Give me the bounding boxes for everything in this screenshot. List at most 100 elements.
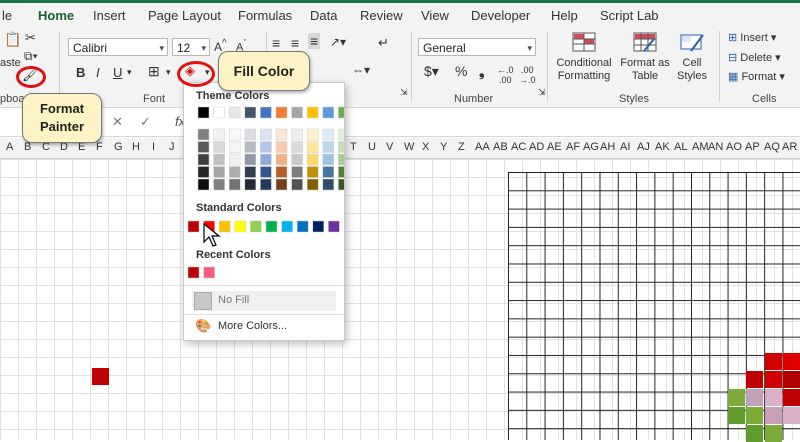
tab-review[interactable]: Review [360,8,403,23]
theme-color-swatch[interactable] [275,128,288,141]
column-header[interactable]: Z [458,141,465,153]
percent-icon[interactable]: % [455,63,467,79]
theme-color-swatch[interactable] [275,106,288,119]
column-header[interactable]: F [96,141,103,153]
theme-color-swatch[interactable] [291,178,303,191]
theme-color-swatch[interactable] [322,141,335,153]
theme-color-swatch[interactable] [291,141,303,153]
cell-styles-button[interactable]: Cell Styles [672,31,712,83]
column-header[interactable]: W [404,141,414,153]
column-header[interactable]: AO [726,141,742,153]
filled-cell[interactable] [783,389,800,406]
filled-cell[interactable] [92,368,109,385]
theme-color-swatch[interactable] [197,166,210,178]
theme-color-swatch[interactable] [275,166,288,178]
dialog-launcher-icon[interactable]: ⇲ [400,87,408,98]
theme-color-swatch[interactable] [306,128,319,141]
theme-color-swatch[interactable] [213,128,225,141]
recent-color-swatch[interactable] [187,266,200,279]
standard-color-swatch[interactable] [234,220,247,233]
column-header[interactable]: G [114,141,123,153]
filled-cell[interactable] [746,371,763,388]
column-header[interactable]: AC [511,141,526,153]
theme-color-swatch[interactable] [228,128,241,141]
paste-button[interactable]: aste [0,57,21,69]
column-header[interactable]: U [368,141,376,153]
no-fill-option[interactable]: No Fill [192,291,336,311]
theme-color-swatch[interactable] [291,153,303,166]
merge-center-icon[interactable]: ⇔▾ [352,63,370,77]
theme-color-swatch[interactable] [244,128,257,141]
theme-color-swatch[interactable] [213,153,225,166]
more-colors-option[interactable]: 🎨 More Colors... [192,318,336,336]
theme-color-swatch[interactable] [322,128,335,141]
orientation-icon[interactable]: ↗▾ [330,35,346,49]
column-header[interactable]: AK [655,141,670,153]
filled-cell[interactable] [746,389,763,406]
filled-cell[interactable] [783,407,800,424]
standard-color-swatch[interactable] [187,220,200,233]
theme-color-swatch[interactable] [228,178,241,191]
filled-cell[interactable] [765,407,782,424]
filled-cell[interactable] [765,353,782,370]
chevron-down-icon[interactable]: ▾ [166,67,171,78]
column-header[interactable]: H [132,141,140,153]
standard-color-swatch[interactable] [328,220,340,233]
theme-color-swatch[interactable] [228,153,241,166]
copy-icon[interactable]: ⧉▾ [24,49,38,64]
column-header[interactable]: J [169,141,175,153]
increase-decimal-icon[interactable]: ←.0.00 [497,65,514,85]
tab-formulas[interactable]: Formulas [238,8,292,23]
standard-color-swatch[interactable] [250,220,262,233]
standard-color-swatch[interactable] [281,220,293,233]
theme-color-swatch[interactable] [322,178,335,191]
column-header[interactable]: AJ [637,141,650,153]
filled-cell[interactable] [783,371,800,388]
dialog-launcher-icon[interactable]: ⇲ [538,87,546,98]
theme-color-swatch[interactable] [338,166,344,178]
font-family-select[interactable]: Calibri ▾ [68,38,168,56]
theme-color-swatch[interactable] [244,166,257,178]
tab-file[interactable]: le [2,8,12,23]
column-header[interactable]: AG [583,141,599,153]
filled-cell[interactable] [765,425,782,442]
theme-color-swatch[interactable] [197,178,210,191]
theme-color-swatch[interactable] [197,106,210,119]
theme-color-swatch[interactable] [306,166,319,178]
theme-color-swatch[interactable] [275,178,288,191]
align-middle-icon[interactable]: ≡ [291,35,299,51]
column-header[interactable]: AB [493,141,508,153]
theme-color-swatch[interactable] [306,153,319,166]
column-header[interactable]: AA [475,141,490,153]
format-cells-button[interactable]: ▦ Format ▾ [728,70,785,83]
column-header[interactable]: AM [692,141,709,153]
column-header[interactable]: AR [782,141,797,153]
decrease-decimal-icon[interactable]: .00 →.0 [519,65,536,85]
theme-color-palette[interactable] [184,103,344,193]
comma-style-icon[interactable]: ❟ [479,63,485,80]
column-header[interactable]: AI [620,141,630,153]
wrap-text-icon[interactable]: ↵ [378,35,389,51]
theme-color-swatch[interactable] [260,141,272,153]
theme-color-swatch[interactable] [291,128,303,141]
theme-color-swatch[interactable] [260,166,272,178]
cancel-icon[interactable]: ✕ [112,114,123,130]
column-header[interactable]: A [6,141,13,153]
tab-help[interactable]: Help [551,8,578,23]
column-header[interactable]: AN [708,141,723,153]
column-header[interactable]: AQ [764,141,780,153]
font-size-select[interactable]: 12 ▾ [172,38,210,56]
theme-color-swatch[interactable] [228,106,241,119]
theme-color-swatch[interactable] [213,166,225,178]
tab-home[interactable]: Home [38,8,74,23]
chevron-down-icon[interactable]: ▾ [127,67,132,78]
theme-color-swatch[interactable] [228,166,241,178]
theme-color-swatch[interactable] [244,153,257,166]
column-header[interactable]: V [386,141,393,153]
column-header[interactable]: AL [674,141,687,153]
tab-script-lab[interactable]: Script Lab [600,8,659,23]
standard-color-swatch[interactable] [265,220,278,233]
theme-color-swatch[interactable] [213,178,225,191]
recent-color-swatch[interactable] [203,266,215,279]
conditional-formatting-button[interactable]: Conditional Formatting [553,31,615,83]
